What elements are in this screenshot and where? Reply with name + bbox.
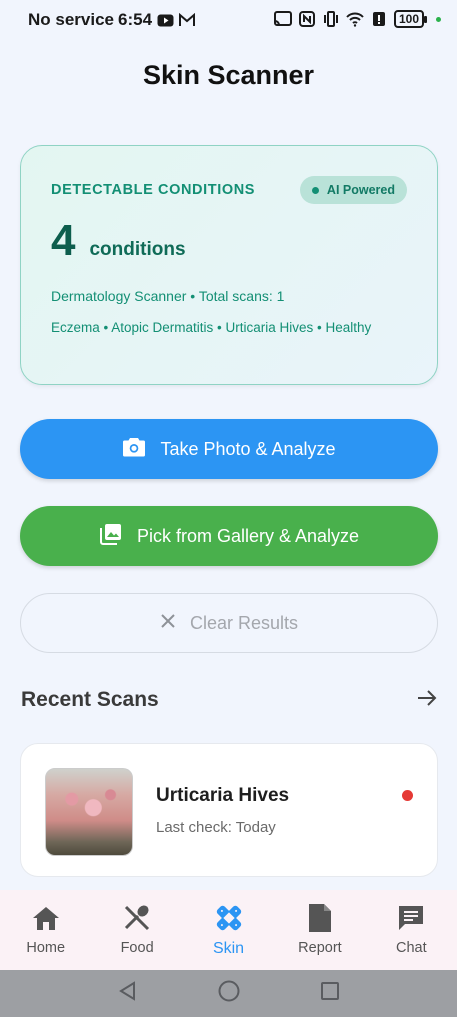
carrier-text: No service — [28, 10, 114, 29]
page-title: Skin Scanner — [142, 60, 315, 90]
cast-icon — [273, 10, 292, 28]
scanner-meta: Dermatology Scanner • Total scans: 1 — [51, 288, 285, 304]
arrow-right-icon[interactable] — [417, 689, 437, 712]
status-right: 100 — [273, 10, 441, 28]
recent-scans-header: Recent Scans — [21, 688, 437, 712]
scan-thumbnail — [45, 768, 133, 856]
vibrate-icon — [322, 10, 340, 28]
status-bar: No service 6:54 100 — [0, 0, 457, 40]
gallery-icon — [99, 522, 123, 551]
scan-condition-name: Urticaria Hives — [156, 785, 290, 806]
take-photo-label: Take Photo & Analyze — [160, 438, 336, 459]
food-icon — [121, 902, 153, 934]
clock-text: 6:54 — [118, 10, 153, 29]
scan-status-dot — [402, 790, 413, 801]
home-icon — [30, 902, 62, 934]
bottom-navigation: Home Food Skin Report Chat — [0, 890, 457, 970]
skin-icon — [213, 902, 245, 934]
recents-icon[interactable] — [320, 981, 340, 1006]
pick-gallery-button[interactable]: Pick from Gallery & Analyze — [20, 506, 438, 566]
home-circle-icon[interactable] — [218, 980, 240, 1007]
nfc-icon — [298, 10, 316, 28]
alert-icon — [370, 10, 388, 28]
status-left: No service 6:54 — [28, 10, 196, 30]
system-navigation-bar — [0, 970, 457, 1017]
back-icon[interactable] — [118, 981, 138, 1006]
skin-scanner-screen: No service 6:54 100 Skin Scanner DETECTA… — [0, 0, 457, 1017]
camera-icon — [122, 437, 146, 462]
nav-food[interactable]: Food — [91, 890, 182, 970]
recent-scan-item[interactable]: Urticaria Hives Last check: Today — [20, 743, 438, 877]
gmail-notification-icon — [178, 11, 196, 29]
wifi-icon — [346, 10, 364, 28]
clear-results-label: Clear Results — [189, 612, 299, 633]
conditions-card-label: DETECTABLE CONDITIONS — [51, 182, 256, 198]
nav-food-label: Food — [120, 940, 154, 956]
ai-badge-dot — [311, 186, 319, 194]
clear-results-button[interactable]: Clear Results — [20, 593, 438, 653]
detectable-conditions-card: DETECTABLE CONDITIONS AI Powered 4 condi… — [20, 145, 438, 385]
nav-home-label: Home — [26, 940, 66, 956]
recent-scans-title: Recent Scans — [21, 688, 159, 711]
take-photo-button[interactable]: Take Photo & Analyze — [20, 419, 438, 479]
ai-badge-label: AI Powered — [326, 183, 395, 197]
scan-last-check: Last check: Today — [156, 819, 276, 836]
conditions-count-row: 4 conditions — [51, 216, 186, 266]
ai-powered-badge: AI Powered — [299, 176, 407, 204]
nav-report[interactable]: Report — [274, 890, 365, 970]
nav-chat[interactable]: Chat — [366, 890, 457, 970]
pick-gallery-label: Pick from Gallery & Analyze — [136, 525, 360, 546]
close-icon — [160, 613, 176, 634]
nav-report-label: Report — [298, 940, 342, 956]
conditions-list: Eczema • Atopic Dermatitis • Urticaria H… — [51, 320, 372, 335]
youtube-notification-icon — [156, 11, 174, 29]
report-icon — [304, 902, 336, 934]
nav-home[interactable]: Home — [0, 890, 91, 970]
battery-indicator: 100 — [393, 10, 428, 28]
nav-skin-label: Skin — [212, 940, 245, 957]
conditions-count: 4 — [51, 216, 76, 265]
nav-chat-label: Chat — [396, 940, 427, 956]
privacy-indicator-dot — [436, 16, 441, 22]
chat-icon — [395, 902, 427, 934]
nav-skin[interactable]: Skin — [183, 890, 274, 970]
conditions-count-unit: conditions — [89, 239, 186, 260]
